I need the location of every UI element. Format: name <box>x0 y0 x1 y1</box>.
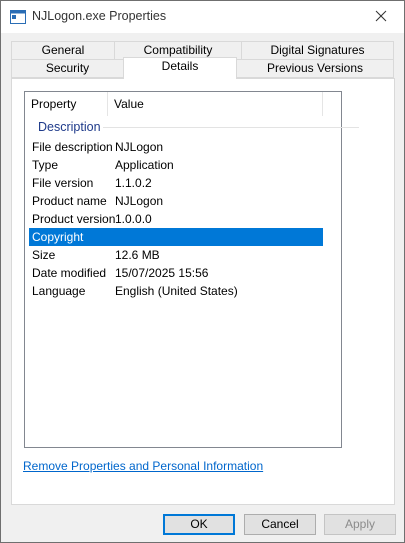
remove-properties-link[interactable]: Remove Properties and Personal Informati… <box>23 459 263 473</box>
close-icon <box>375 10 387 25</box>
property-name: Size <box>32 248 56 262</box>
property-value: Application <box>115 158 174 172</box>
properties-dialog: NJLogon.exe Properties General Compatibi… <box>0 0 405 543</box>
list-row[interactable]: Product version 1.0.0.0 <box>29 210 323 228</box>
tab-digital-signatures[interactable]: Digital Signatures <box>241 41 394 60</box>
list-row[interactable]: Product name NJLogon <box>29 192 323 210</box>
list-row[interactable]: Type Application <box>29 156 323 174</box>
list-row[interactable]: File description NJLogon <box>29 138 323 156</box>
column-header-value[interactable]: Value <box>108 92 323 116</box>
property-value: 12.6 MB <box>115 248 160 262</box>
list-row[interactable]: Size 12.6 MB <box>29 246 323 264</box>
column-header-property[interactable]: Property <box>25 92 108 116</box>
list-row[interactable]: Language English (United States) <box>29 282 323 300</box>
property-value: NJLogon <box>115 140 164 154</box>
property-name: Type <box>32 158 59 172</box>
list-row-selected[interactable]: Copyright <box>29 228 323 246</box>
apply-button[interactable]: Apply <box>324 514 396 535</box>
group-header-description[interactable]: Description <box>38 120 101 134</box>
details-list[interactable]: Property Value Description File descript… <box>24 91 359 448</box>
ok-button[interactable]: OK <box>163 514 235 535</box>
tab-previous-versions[interactable]: Previous Versions <box>236 59 394 78</box>
tab-general[interactable]: General <box>11 41 115 60</box>
property-name: Language <box>32 284 86 298</box>
window-title: NJLogon.exe Properties <box>32 9 167 23</box>
tab-details[interactable]: Details <box>123 57 237 79</box>
property-value: NJLogon <box>115 194 164 208</box>
title-bar[interactable]: NJLogon.exe Properties <box>1 1 404 33</box>
property-name: Copyright <box>32 230 84 244</box>
property-name: File version <box>32 176 94 190</box>
property-value: 15/07/2025 15:56 <box>115 266 209 280</box>
tab-strip: General Compatibility Digital Signatures… <box>11 41 394 79</box>
property-name: Date modified <box>32 266 107 280</box>
list-row[interactable]: File version 1.1.0.2 <box>29 174 323 192</box>
property-value: English (United States) <box>115 284 238 298</box>
details-tab-panel: Property Value Description File descript… <box>11 78 395 505</box>
application-window-icon <box>10 10 26 24</box>
property-value: 1.0.0.0 <box>115 212 152 226</box>
list-row[interactable]: Date modified 15/07/2025 15:56 <box>29 264 323 282</box>
group-divider <box>103 127 359 128</box>
property-value: 1.1.0.2 <box>115 176 152 190</box>
property-name: File description <box>32 140 113 154</box>
list-header: Property Value <box>25 92 341 116</box>
property-name: Product name <box>32 194 107 208</box>
tab-security[interactable]: Security <box>11 59 124 78</box>
property-name: Product version <box>32 212 116 226</box>
close-button[interactable] <box>358 1 404 33</box>
cancel-button[interactable]: Cancel <box>244 514 316 535</box>
